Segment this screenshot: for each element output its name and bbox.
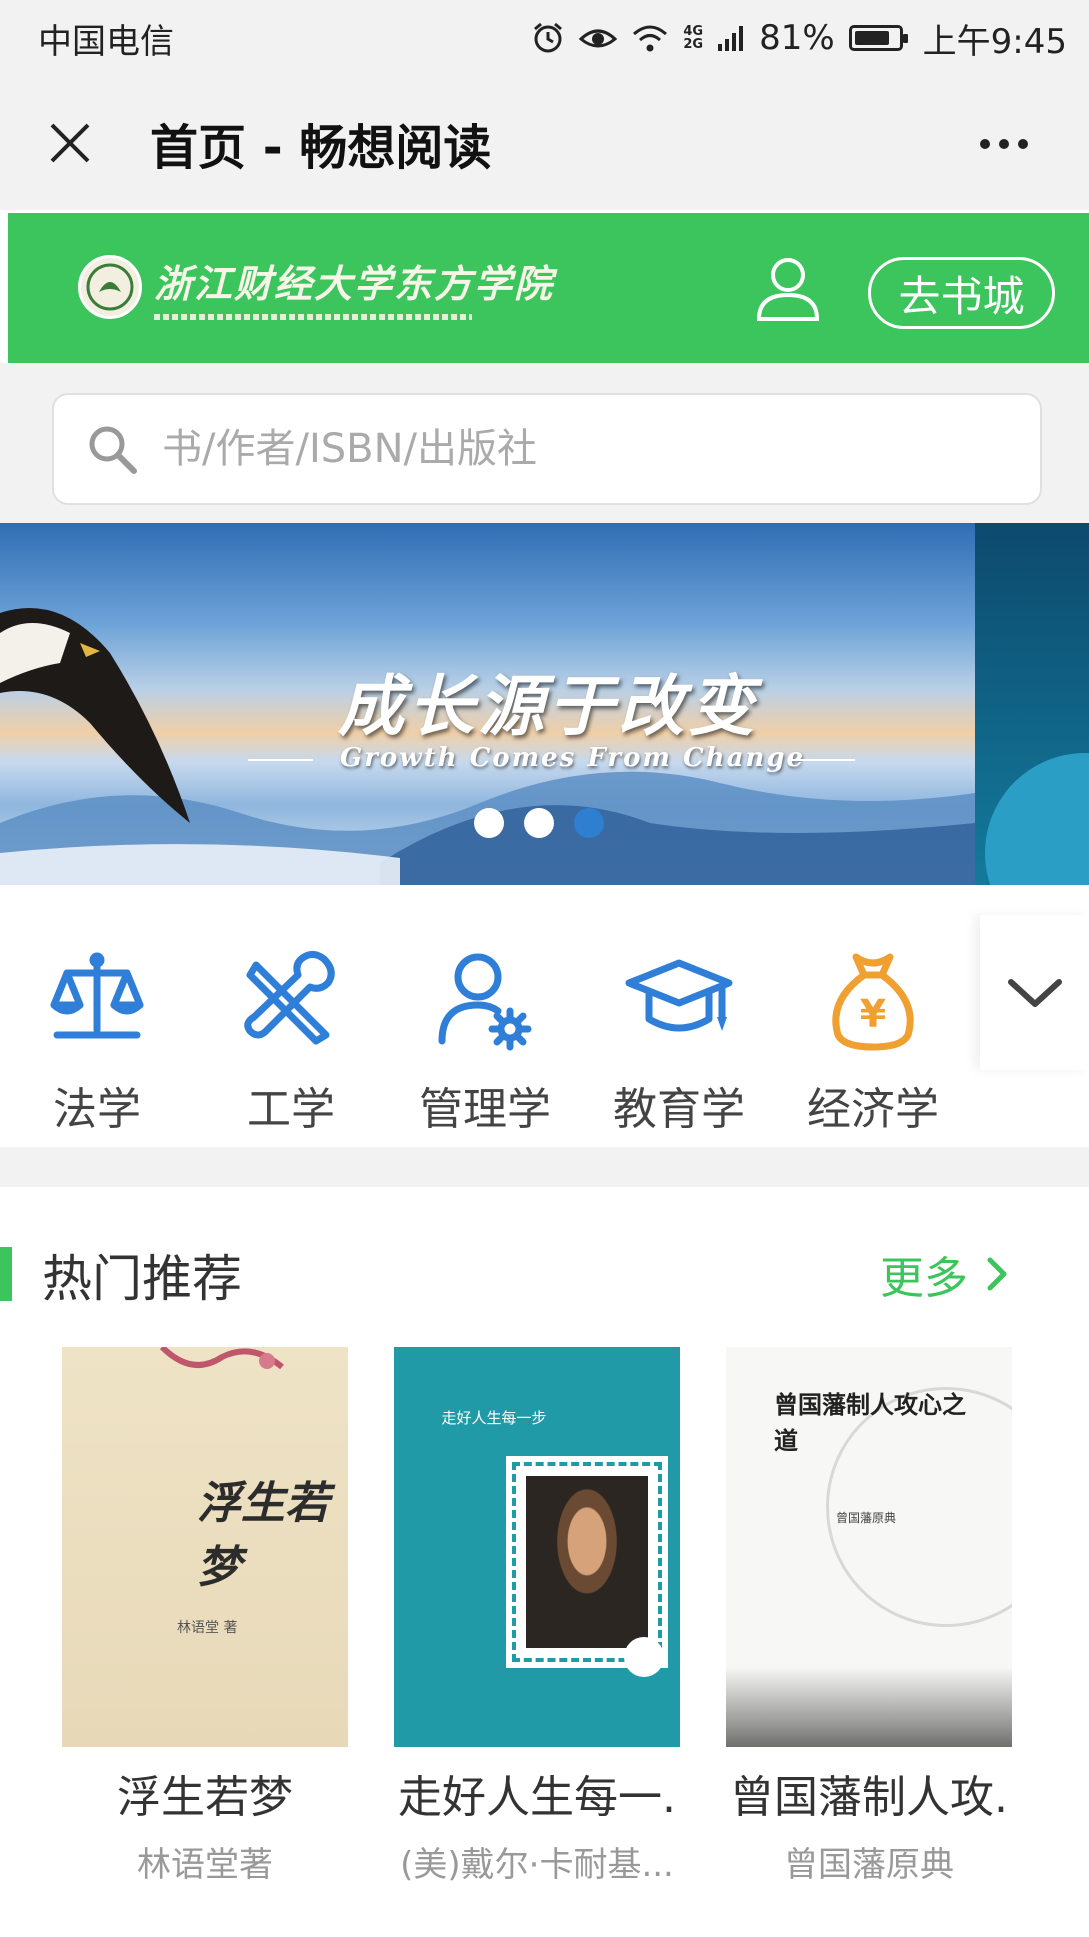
book-cover-author-1: 林语堂 著 bbox=[177, 1620, 238, 1636]
book-cover-2: 走好人生每一步 bbox=[394, 1347, 680, 1747]
banner-dot-3[interactable] bbox=[574, 808, 604, 838]
section-title: 热门推荐 bbox=[42, 1250, 242, 1308]
book-cover-1: 浮生若梦 林语堂 著 bbox=[62, 1347, 348, 1747]
go-to-bookstore-button[interactable]: 去书城 bbox=[868, 257, 1055, 329]
promo-banner[interactable]: 成长源于改变 Growth Comes From Change bbox=[0, 523, 1089, 885]
book-cover-3: 曾国藩制人攻心之道 曾国藩原典 bbox=[726, 1347, 1012, 1747]
hot-recommendations: 热门推荐 更多 浮生若梦 林语堂 著 浮生若梦 林语堂著 走好人生每一步 走好人… bbox=[0, 1187, 1089, 1937]
wifi-icon bbox=[631, 23, 669, 53]
user-gear-icon bbox=[438, 953, 532, 1051]
search-icon bbox=[89, 426, 137, 474]
school-emblem-icon bbox=[78, 254, 142, 319]
book-cover-badge-2 bbox=[624, 1637, 664, 1677]
book-card-2[interactable]: 走好人生每一步 走好人生每一. (美)戴尔·卡耐基... bbox=[392, 1347, 682, 1886]
category-economics-label: 经济学 bbox=[807, 1084, 939, 1135]
close-button[interactable] bbox=[40, 113, 100, 173]
banner-dot-2[interactable] bbox=[524, 808, 554, 838]
book-cover-mountains-3 bbox=[726, 1667, 1012, 1747]
eagle-image bbox=[0, 608, 190, 823]
banner-pagination bbox=[474, 808, 604, 838]
category-engineering-label: 工学 bbox=[247, 1084, 335, 1135]
category-law-label: 法学 bbox=[53, 1084, 141, 1135]
network-2g: 2G bbox=[683, 37, 704, 52]
battery-icon bbox=[848, 25, 908, 51]
category-economics[interactable]: ¥ 经济学 bbox=[788, 945, 958, 1137]
category-education-label: 教育学 bbox=[613, 1084, 745, 1135]
expand-categories-button[interactable] bbox=[980, 915, 1089, 1070]
book-author: (美)戴尔·卡耐基... bbox=[400, 1845, 674, 1885]
clock: 上午9:45 bbox=[922, 21, 1067, 62]
page-title: 首页 - 畅想阅读 bbox=[150, 120, 492, 176]
book-cover-subtitle-3: 曾国藩原典 bbox=[836, 1511, 897, 1525]
book-cover-title-2: 走好人生每一步 bbox=[441, 1409, 547, 1427]
money-bag-icon: ¥ bbox=[832, 953, 914, 1051]
graduation-cap-icon bbox=[625, 959, 733, 1032]
school-name: 浙江财经大学东方学院 bbox=[154, 261, 555, 306]
status-icons: 4G 2G 81% 上午9:45 bbox=[531, 14, 1067, 63]
network-type: 4G 2G bbox=[683, 25, 703, 51]
book-card-3[interactable]: 曾国藩制人攻心之道 曾国藩原典 曾国藩制人攻. 曾国藩原典 bbox=[724, 1347, 1014, 1886]
category-management-label: 管理学 bbox=[419, 1084, 551, 1135]
user-icon bbox=[756, 258, 820, 321]
svg-text:¥: ¥ bbox=[860, 992, 886, 1036]
banner-title: 成长源于改变 bbox=[338, 667, 758, 745]
school-logo: 浙江财经大学东方学院 bbox=[78, 253, 554, 320]
more-link[interactable]: 更多 bbox=[880, 1242, 1012, 1306]
book-cover-portrait-2 bbox=[506, 1456, 668, 1668]
search-section bbox=[0, 363, 1089, 523]
scales-icon bbox=[50, 952, 144, 1039]
more-dots-icon bbox=[980, 139, 1028, 149]
category-management[interactable]: 管理学 bbox=[400, 945, 570, 1137]
section-divider bbox=[0, 1147, 1089, 1187]
category-education[interactable]: 教育学 bbox=[594, 945, 764, 1137]
app-header: 浙江财经大学东方学院 去书城 bbox=[8, 213, 1089, 363]
battery-fill bbox=[854, 31, 889, 45]
nav-bar: 首页 - 畅想阅读 bbox=[0, 76, 1089, 210]
category-law[interactable]: 法学 bbox=[12, 945, 182, 1137]
user-profile-button[interactable] bbox=[753, 253, 823, 323]
book-author: 曾国藩原典 bbox=[784, 1845, 954, 1885]
banner-subtitle: Growth Comes From Change bbox=[340, 743, 806, 773]
more-menu-button[interactable] bbox=[969, 114, 1039, 174]
book-title: 走好人生每一. bbox=[398, 1772, 676, 1823]
book-title: 曾国藩制人攻. bbox=[730, 1772, 1008, 1823]
section-accent-bar bbox=[0, 1247, 12, 1301]
book-card-1[interactable]: 浮生若梦 林语堂 著 浮生若梦 林语堂著 bbox=[60, 1347, 350, 1886]
alarm-icon bbox=[531, 21, 565, 55]
chevron-right-icon bbox=[987, 1257, 1007, 1291]
tools-icon bbox=[244, 950, 335, 1045]
banner-line-left bbox=[248, 759, 313, 761]
banner-line-right bbox=[790, 759, 855, 761]
carrier-label: 中国电信 bbox=[38, 21, 174, 62]
banner-dot-1[interactable] bbox=[474, 808, 504, 838]
banner-next-slide-preview bbox=[975, 523, 1089, 885]
eye-icon bbox=[579, 23, 618, 53]
book-cover-title-1: 浮生若梦 bbox=[197, 1478, 329, 1593]
book-title: 浮生若梦 bbox=[117, 1772, 293, 1823]
more-link-label: 更多 bbox=[880, 1253, 968, 1304]
battery-percent: 81% bbox=[759, 18, 835, 58]
chevron-down-icon bbox=[1007, 978, 1062, 1007]
category-engineering[interactable]: 工学 bbox=[206, 945, 376, 1137]
category-row: 法学 工学 管理学 教育学 ¥ 经济学 bbox=[0, 885, 1089, 1147]
book-cover-title-3: 曾国藩制人攻心之道 bbox=[774, 1390, 966, 1455]
search-input[interactable] bbox=[160, 425, 1020, 473]
search-bar[interactable] bbox=[52, 393, 1042, 505]
close-icon bbox=[50, 123, 90, 163]
status-bar: 中国电信 4G 2G 81% 上午9:45 bbox=[0, 0, 1089, 76]
book-author: 林语堂著 bbox=[137, 1845, 273, 1885]
signal-icon bbox=[717, 24, 745, 52]
school-name-english-strip bbox=[154, 314, 472, 320]
